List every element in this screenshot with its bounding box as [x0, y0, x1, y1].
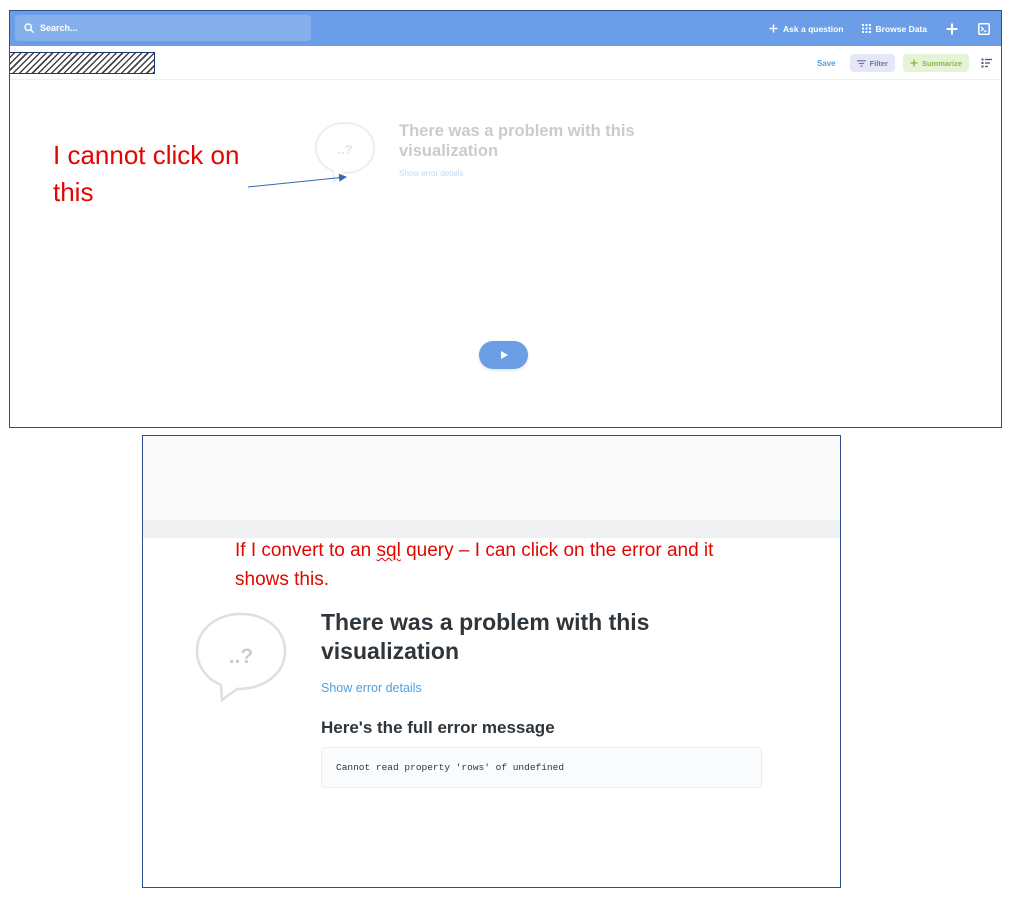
- filter-label: Filter: [869, 58, 888, 68]
- save-button[interactable]: Save: [817, 59, 836, 68]
- filter-icon: [856, 59, 866, 67]
- sql-editor-button[interactable]: [977, 22, 991, 36]
- speech-bubble-icon: ..?: [195, 612, 287, 703]
- full-error-heading: Here's the full error message: [321, 718, 555, 737]
- list-icon[interactable]: [981, 57, 993, 69]
- top-screenshot-frame: Ask a question Browse Data: [9, 10, 1002, 428]
- grid-icon: [861, 24, 871, 33]
- toolbar-actions: Save Filter Summarize: [817, 53, 993, 73]
- summarize-label: Summarize: [921, 58, 962, 68]
- ask-question-button[interactable]: Ask a question: [769, 23, 844, 34]
- play-icon: [500, 351, 508, 359]
- error-message-box: Cannot read property 'rows' of undefined: [321, 747, 762, 788]
- navbar: Ask a question Browse Data: [10, 11, 1001, 46]
- terminal-icon: [978, 22, 990, 35]
- bottom-screenshot-frame: If I convert to an sql query – I can cli…: [142, 435, 841, 888]
- visualization-error-title: There was a problem with this visualizat…: [399, 122, 635, 160]
- browse-data-button[interactable]: Browse Data: [861, 23, 928, 34]
- search-input[interactable]: [40, 23, 280, 33]
- navbar-actions: Ask a question Browse Data: [769, 11, 991, 46]
- show-error-details-link[interactable]: Show error details: [399, 169, 463, 178]
- speech-bubble-text: ..?: [229, 645, 254, 668]
- show-error-details-link[interactable]: Show error details: [321, 681, 422, 695]
- ask-question-label: Ask a question: [783, 23, 844, 34]
- plus-icon: [769, 24, 778, 33]
- browse-data-label: Browse Data: [875, 23, 928, 34]
- new-button[interactable]: [945, 22, 959, 36]
- annotation-arrow: [247, 173, 347, 188]
- plus-icon: [910, 59, 918, 67]
- search-box[interactable]: [15, 15, 311, 41]
- run-query-button[interactable]: [479, 341, 528, 369]
- query-toolbar: Save Filter Summarize: [10, 46, 1001, 80]
- annotation-text-sql: sql: [376, 540, 401, 561]
- speech-bubble-text: ..?: [337, 142, 352, 157]
- filter-button[interactable]: Filter: [849, 54, 895, 72]
- plus-icon: [946, 23, 958, 34]
- redacted-title: [10, 52, 155, 74]
- annotation-sql-query: If I convert to an sql query – I can cli…: [235, 536, 755, 594]
- header-band: [143, 436, 840, 520]
- annotation-text-before: If I convert to an: [235, 540, 377, 561]
- search-icon: [24, 23, 34, 33]
- error-title: There was a problem with this visualizat…: [321, 609, 650, 664]
- summarize-button[interactable]: Summarize: [902, 54, 969, 72]
- error-message: Cannot read property 'rows' of undefined: [336, 762, 565, 773]
